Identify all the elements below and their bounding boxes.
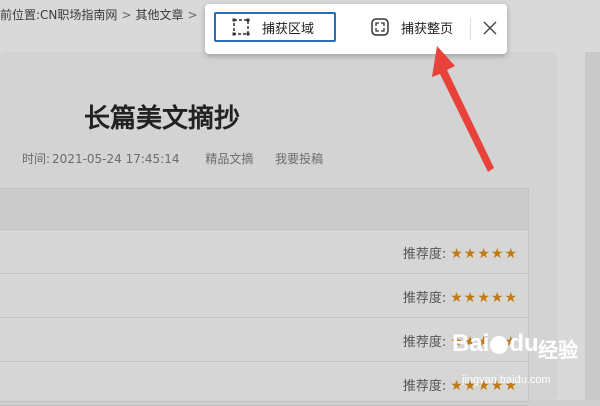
rating: 推荐度: ★★★★★: [403, 243, 518, 262]
breadcrumb: 前位置:CN职场指南网 > 其他文章 >: [0, 6, 202, 23]
page-title: 长篇美文摘抄: [84, 104, 241, 134]
rating: 推荐度: ★★★★★: [403, 287, 518, 306]
watermark-logo: Bai du: [452, 330, 539, 357]
capture-page-button[interactable]: 捕获整页: [355, 12, 465, 42]
paw-icon: [490, 335, 509, 354]
watermark-url: jingyan.baidu.com: [462, 374, 551, 386]
close-icon: [483, 21, 497, 35]
full-page-icon: [371, 18, 389, 36]
breadcrumb-prefix: 前位置:: [0, 8, 41, 22]
rating-label: 推荐度:: [402, 379, 447, 394]
list-item[interactable]: 推荐度: ★★★★★: [0, 318, 528, 362]
article-meta: 时间: 2021-05-24 17:45:14 精品文摘 我要投稿: [22, 150, 341, 167]
watermark-jingyan: 经验: [538, 340, 578, 362]
rating-label: 推荐度:: [402, 291, 447, 306]
breadcrumb-separator: >: [121, 8, 132, 22]
close-button[interactable]: [480, 17, 500, 39]
baidu-jingyan-watermark: Bai du 经验 jingyan.baidu.com: [452, 330, 592, 398]
table-header: [0, 189, 528, 230]
capture-region-label: 捕获区域: [262, 21, 315, 37]
list-item[interactable]: 推荐度: ★★★★★: [0, 230, 528, 274]
capture-region-button[interactable]: 捕获区域: [214, 12, 336, 42]
capture-page-label: 捕获整页: [401, 21, 454, 37]
capture-toolbar: 捕获区域 捕获整页: [205, 4, 507, 54]
list-item[interactable]: 推荐度: ★★★★★: [0, 362, 528, 406]
rating-label: 推荐度:: [402, 335, 447, 350]
star-rating: ★★★★★: [450, 290, 518, 306]
list-item[interactable]: 推荐度: ★★★★★: [0, 274, 528, 318]
article-list: 推荐度: ★★★★★ 推荐度: ★★★★★ 推荐度: ★★★★★ 推荐度: ★★★★★: [0, 188, 529, 406]
breadcrumb-separator: >: [187, 8, 198, 22]
time-label: 时间:: [22, 152, 51, 166]
star-rating: ★★★★★: [450, 246, 518, 262]
toolbar-divider: [470, 18, 471, 40]
tag-link[interactable]: 精品文摘: [205, 152, 253, 166]
time-value: 2021-05-24 17:45:14: [52, 152, 180, 166]
submit-link[interactable]: 我要投稿: [275, 152, 323, 166]
region-select-icon: [232, 18, 250, 36]
breadcrumb-category-link[interactable]: 其他文章: [135, 6, 183, 23]
breadcrumb-site-link[interactable]: CN职场指南网: [40, 6, 117, 23]
rating-label: 推荐度:: [402, 247, 447, 262]
